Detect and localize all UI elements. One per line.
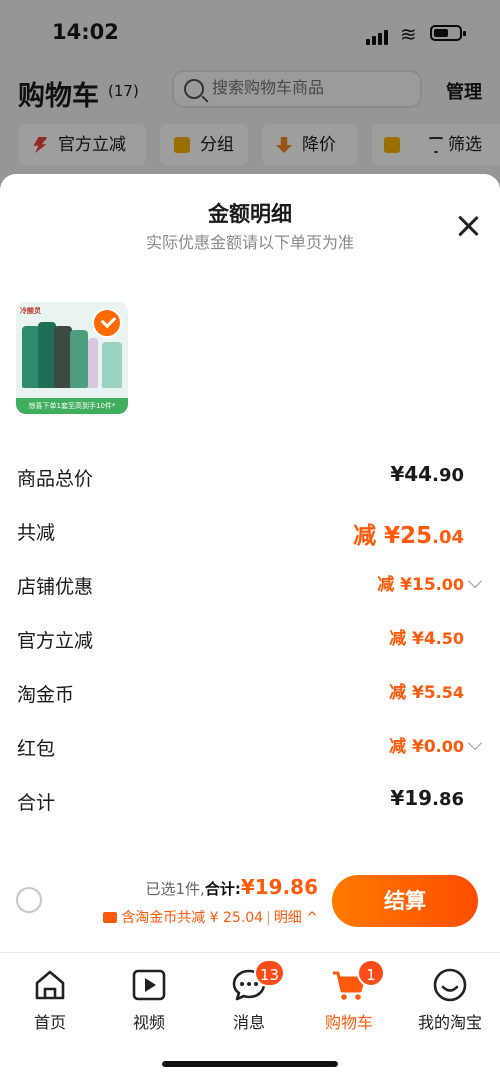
tab-label: 视频 xyxy=(132,1013,165,1032)
home-icon xyxy=(35,970,65,1000)
row-label: 商品总价 xyxy=(17,468,94,490)
row-label: 店铺优惠 xyxy=(17,576,94,598)
total-amount: ¥19.86 xyxy=(240,875,318,899)
tab-video[interactable]: 视频 xyxy=(109,967,189,1033)
row-value: 减 ¥5.54 xyxy=(389,683,464,703)
row-label: 共减 xyxy=(17,522,56,544)
settle-button[interactable]: 结算 xyxy=(332,875,478,927)
product-brand-logo: 冷酸灵 xyxy=(20,307,41,315)
checkout-summary: 已选1件,合计:¥19.86 xyxy=(146,875,319,899)
row-value: 减 ¥25.04 xyxy=(353,523,464,549)
row-value: ¥44.90 xyxy=(390,462,464,486)
row-label: 红包 xyxy=(17,738,56,760)
cart-icon-wrap: 1 xyxy=(331,959,385,1003)
close-icon[interactable] xyxy=(456,214,480,238)
tab-label: 购物车 xyxy=(324,1013,373,1032)
detail-link[interactable]: 明细 xyxy=(274,910,302,926)
tab-label: 首页 xyxy=(33,1013,66,1032)
tab-my-taobao[interactable]: 我的淘宝 xyxy=(410,967,490,1033)
video-play-icon xyxy=(132,969,166,1001)
row-value: 减 ¥4.50 xyxy=(389,629,464,649)
toothpaste-image xyxy=(70,330,88,388)
product-banner: 惊喜下单1套至高到手10件* xyxy=(16,398,128,414)
select-all-radio[interactable] xyxy=(16,887,42,913)
sheet-title: 金额明细 xyxy=(208,202,292,226)
row-store-discount[interactable]: 店铺优惠 减 ¥15.00 xyxy=(0,568,500,608)
message-badge: 13 xyxy=(253,959,285,987)
toothbrush-pack-image xyxy=(102,342,122,388)
home-indicator xyxy=(162,1061,338,1067)
row-label: 官方立减 xyxy=(17,630,94,652)
row-goods-total: 商品总价 ¥44.90 xyxy=(0,460,500,500)
selected-check-icon[interactable] xyxy=(92,308,122,338)
sheet-subtitle: 实际优惠金额请以下单页为准 xyxy=(145,233,354,252)
row-red-packet[interactable]: 红包 减 ¥0.00 xyxy=(0,730,500,770)
row-label: 淘金币 xyxy=(17,684,75,706)
toothbrush-image xyxy=(88,338,98,388)
checkout-bar: 已选1件,合计:¥19.86 含淘金币共减 ¥ 25.04 | 明细 ^ 结算 xyxy=(0,863,500,951)
tab-messages[interactable]: 13 消息 xyxy=(209,959,289,1033)
selected-count-text: 已选1件, xyxy=(145,880,205,898)
row-label: 合计 xyxy=(17,792,56,814)
row-total-discount: 共减 减 ¥25.04 xyxy=(0,514,500,554)
chevron-down-icon[interactable] xyxy=(467,573,483,589)
message-icon-wrap: 13 xyxy=(231,959,285,1003)
coin-ticket-icon xyxy=(103,912,118,923)
coin-discount-text: 含淘金币共减 ¥ 25.04 xyxy=(121,910,264,926)
tab-home[interactable]: 首页 xyxy=(10,967,90,1033)
row-grand-total: 合计 ¥19.86 xyxy=(0,784,500,824)
row-value: 减 ¥0.00 xyxy=(389,737,464,757)
row-official-discount: 官方立减 减 ¥4.50 xyxy=(0,622,500,662)
tab-cart[interactable]: 1 购物车 xyxy=(309,959,389,1033)
tab-label: 消息 xyxy=(232,1013,265,1032)
row-value: 减 ¥15.00 xyxy=(377,575,464,595)
chevron-up-icon[interactable]: ^ xyxy=(306,910,318,926)
cart-badge: 1 xyxy=(357,959,385,987)
total-label: 合计: xyxy=(204,880,241,898)
smile-icon xyxy=(433,968,467,1002)
row-value: ¥19.86 xyxy=(390,786,464,810)
coin-discount-summary[interactable]: 含淘金币共减 ¥ 25.04 | 明细 ^ xyxy=(103,907,318,927)
tab-label: 我的淘宝 xyxy=(417,1013,482,1032)
chevron-down-icon[interactable] xyxy=(467,735,483,751)
row-taojinbi: 淘金币 减 ¥5.54 xyxy=(0,676,500,716)
